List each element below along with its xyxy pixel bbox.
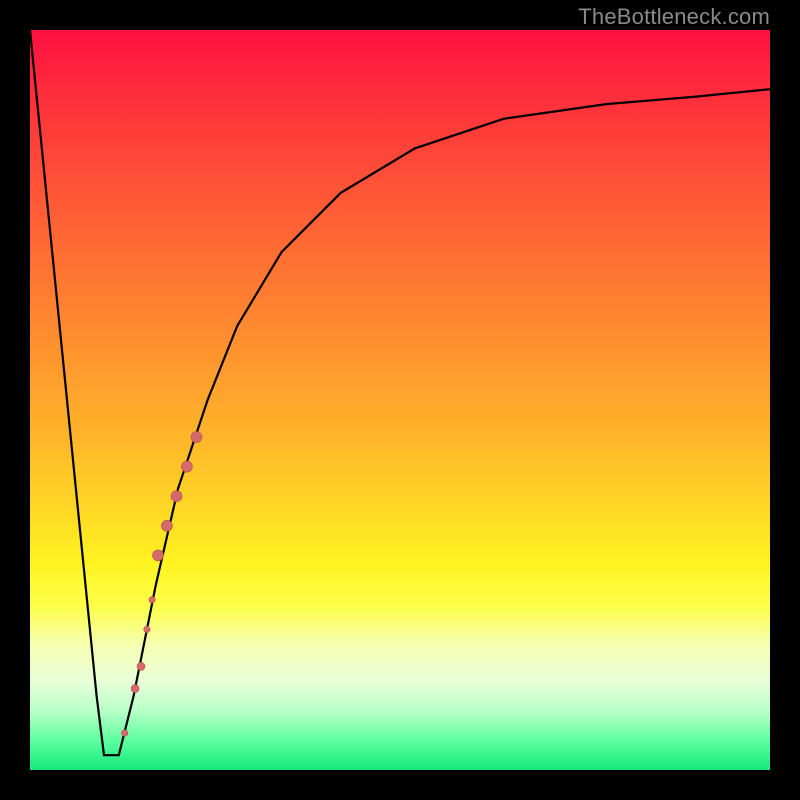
- chart-svg: [30, 30, 770, 770]
- dot-near-floor: [122, 730, 128, 736]
- bottleneck-curve: [30, 30, 770, 755]
- chart-frame: TheBottleneck.com: [0, 0, 800, 800]
- cluster-bar-lowermid: [161, 520, 172, 531]
- plot-area: [30, 30, 770, 770]
- cluster-bar-top: [191, 432, 202, 443]
- cluster-bar-bottom: [153, 550, 164, 561]
- dot-gap-lower: [144, 626, 150, 632]
- dot-gap-upper: [149, 597, 155, 603]
- watermark-text: TheBottleneck.com: [578, 4, 770, 30]
- data-markers: [122, 432, 203, 737]
- cluster-small-top: [137, 662, 145, 670]
- cluster-small-bottom: [131, 685, 139, 693]
- cluster-bar-uppermid: [181, 461, 192, 472]
- cluster-bar-mid: [171, 491, 182, 502]
